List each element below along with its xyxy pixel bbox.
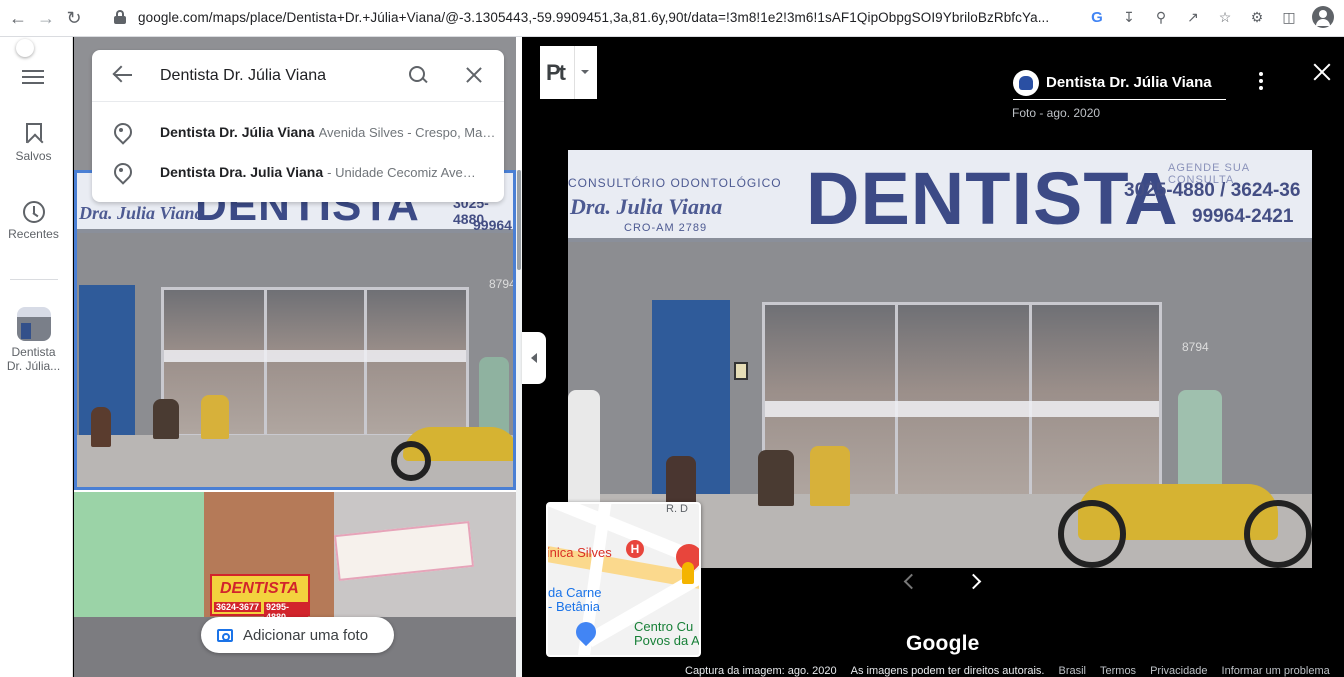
sign-dentista-large: DENTISTA — [806, 157, 1179, 240]
map-label-clinic: ínica Silves — [546, 545, 612, 560]
bookmark-star-icon[interactable]: ☆ — [1216, 8, 1234, 26]
next-photo-icon[interactable] — [964, 571, 986, 593]
toggle-dot-icon[interactable] — [16, 39, 34, 57]
rail-recent[interactable]: Recentes — [0, 201, 67, 241]
more-options-icon[interactable] — [1259, 72, 1265, 90]
suggestion-name: Dentista Dra. Julia Viana — [160, 164, 324, 180]
menu-icon[interactable] — [22, 70, 44, 84]
back-arrow-icon[interactable] — [112, 64, 134, 86]
suggestion-name: Dentista Dr. Júlia Viana — [160, 124, 315, 140]
zoom-icon[interactable]: ⚲ — [1152, 8, 1170, 26]
report-problem-link[interactable]: Informar um problema — [1222, 665, 1330, 677]
viewer-footer: Captura da imagem: ago. 2020 As imagens … — [685, 665, 1330, 677]
share-icon[interactable]: ↗ — [1184, 8, 1202, 26]
close-viewer-icon[interactable] — [1312, 62, 1332, 82]
capture-date: Captura da imagem: ago. 2020 — [685, 665, 837, 677]
history-icon — [22, 201, 45, 223]
pegman-icon[interactable] — [682, 562, 694, 584]
rail-saved[interactable]: Salvos — [0, 123, 67, 163]
place-name[interactable]: Dentista Dr. Júlia Viana — [1046, 74, 1212, 91]
map-label-centro: Centro Cu Povos da A — [634, 619, 700, 648]
sign-phone-large-1: 3025-4880 / 3624-36 — [1124, 180, 1301, 201]
place-pin-icon — [114, 163, 128, 181]
url-text[interactable]: google.com/maps/place/Dentista+Dr.+Júlia… — [138, 10, 1058, 25]
suggestion-item[interactable]: Dentista Dr. Júlia Viana Avenida Silves … — [92, 112, 504, 152]
photo-selected[interactable]: Dra. Julia Viana DENTISTA 3025-4880 9996… — [74, 170, 516, 490]
chevron-left-icon — [531, 353, 537, 363]
copyright-note: As imagens podem ter direitos autorais. — [850, 665, 1045, 677]
suggestion-address: - Unidade Cecomiz Avenida — [327, 164, 478, 180]
minimap[interactable]: ínica Silves H R. D da Carne - Betânia C… — [546, 502, 701, 657]
search-icon[interactable] — [408, 65, 428, 85]
map-label-carne: da Carne - Betânia — [548, 585, 602, 614]
extensions-icon[interactable]: ⚙ — [1248, 8, 1266, 26]
google-lens-icon[interactable]: G — [1088, 8, 1106, 26]
chevron-down-icon[interactable] — [581, 70, 589, 74]
sign-phone-large-2: 99964-2421 — [1192, 206, 1294, 227]
rail-recent-place[interactable]: Dentista Dr. Júlia... — [0, 307, 67, 373]
install-icon[interactable]: ↧ — [1120, 8, 1138, 26]
country-link[interactable]: Brasil — [1058, 665, 1086, 677]
dentista-banner: DENTISTA 3624-3677 9295-4880 — [210, 574, 310, 622]
reload-icon[interactable]: ↻ — [64, 8, 84, 28]
shop-sign-large: CONSULTÓRIO ODONTOLÓGICO Dra. Julia Vian… — [568, 150, 1312, 242]
camera-icon — [217, 628, 233, 642]
recent-place-label: Dentista Dr. Júlia... — [6, 345, 61, 373]
previous-photo-icon[interactable] — [898, 571, 920, 593]
google-logo: Google — [906, 632, 980, 655]
forward-icon[interactable]: → — [36, 8, 56, 28]
search-input[interactable] — [160, 64, 390, 88]
rail-saved-label: Salvos — [15, 149, 52, 163]
place-pin-icon — [114, 123, 128, 141]
profile-avatar-icon[interactable] — [1312, 6, 1334, 28]
sign-doctor: Dra. Julia Viana — [79, 203, 204, 223]
side-panel-icon[interactable]: ◫ — [1280, 8, 1298, 26]
photo-type-label: Pt — [546, 59, 566, 85]
place-header[interactable]: Dentista Dr. Júlia Viana — [1013, 66, 1226, 100]
rail-recent-label: Recentes — [8, 227, 59, 241]
terms-link[interactable]: Termos — [1100, 665, 1136, 677]
privacy-link[interactable]: Privacidade — [1150, 665, 1207, 677]
hospital-icon: H — [626, 540, 644, 558]
add-photo-button[interactable]: Adicionar uma foto — [201, 617, 394, 653]
suggestion-address: Avenida Silves - Crespo, Manaus — [318, 124, 499, 140]
sign-phone-2: 99964 — [473, 217, 512, 233]
tooth-logo-icon — [1013, 69, 1039, 96]
left-rail: Salvos Recentes Dentista Dr. Júlia... — [0, 37, 73, 677]
address-bar[interactable]: google.com/maps/place/Dentista+Dr.+Júlia… — [104, 4, 1084, 30]
close-icon[interactable] — [464, 65, 484, 85]
sign-doctor-large: Dra. Julia Viana — [570, 194, 723, 219]
rail-divider — [10, 279, 58, 280]
lock-icon[interactable] — [114, 10, 126, 24]
search-box: Dentista Dr. Júlia Viana Avenida Silves … — [92, 50, 504, 202]
suggestion-item[interactable]: Dentista Dra. Julia Viana - Unidade Ceco… — [92, 152, 504, 192]
recent-place-thumbnail — [16, 307, 51, 341]
collapse-panel-button[interactable] — [522, 332, 546, 384]
bookmark-icon — [25, 123, 42, 143]
add-photo-label: Adicionar uma foto — [243, 626, 369, 644]
browser-toolbar: ← → ↻ google.com/maps/place/Dentista+Dr.… — [0, 0, 1344, 37]
photo-type-button[interactable]: Pt — [540, 46, 597, 99]
back-icon[interactable]: ← — [8, 8, 28, 28]
photo-date: Foto - ago. 2020 — [1012, 106, 1101, 120]
